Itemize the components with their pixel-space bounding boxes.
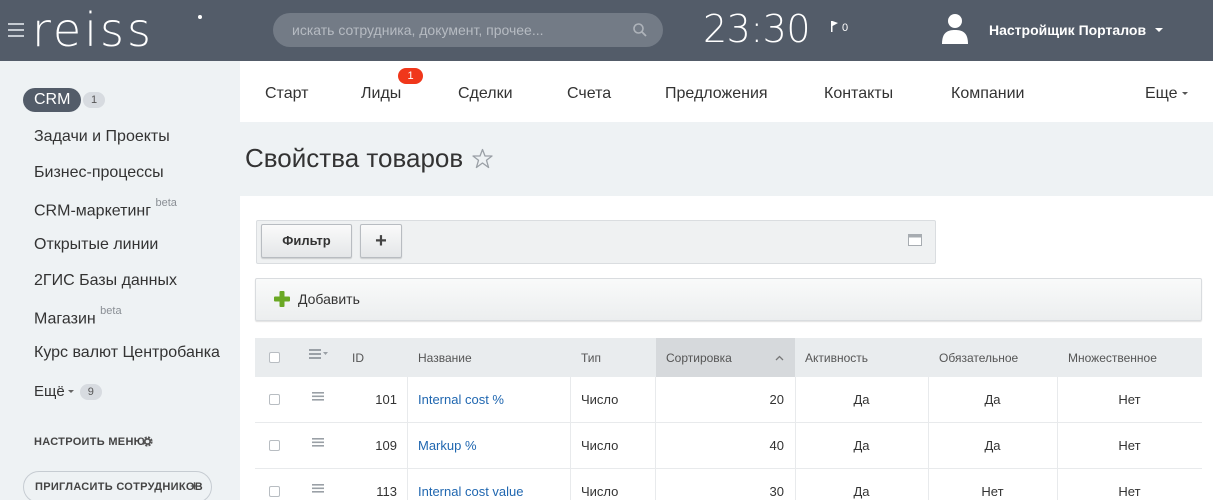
notifications-count: 0 xyxy=(842,22,849,34)
cell-multiple: Нет xyxy=(1118,392,1141,407)
table-row[interactable]: 113 Internal cost value Число 30 Да Нет … xyxy=(255,469,1202,500)
select-all-checkbox[interactable] xyxy=(269,352,280,363)
tab-quotes[interactable]: Предложения xyxy=(665,85,768,103)
plus-icon: + xyxy=(189,478,199,495)
user-name[interactable]: Настройщик Порталов xyxy=(989,22,1146,38)
sidebar-item-shop[interactable]: Магазин beta xyxy=(34,305,122,328)
cell-active: Да xyxy=(853,484,870,499)
notifications[interactable]: 0 xyxy=(831,21,848,34)
cell-type: Число xyxy=(581,484,619,499)
tab-contacts[interactable]: Контакты xyxy=(824,85,893,103)
star-icon[interactable] xyxy=(472,148,493,169)
chevron-down-icon xyxy=(1181,92,1188,95)
page-title: Свойства товаров xyxy=(245,143,464,173)
column-multiple[interactable]: Множественное xyxy=(1068,351,1157,365)
tab-companies[interactable]: Компании xyxy=(951,85,1025,103)
left-sidebar: CRM 1 Задачи и Проекты Бизнес-процессы C… xyxy=(0,61,240,500)
search-input[interactable] xyxy=(273,13,623,47)
tab-start[interactable]: Старт xyxy=(265,85,308,103)
cell-type: Число xyxy=(581,392,619,407)
menu-icon[interactable] xyxy=(8,23,24,37)
sidebar-item-label[interactable]: CRM xyxy=(23,88,82,112)
invite-employees-button[interactable]: ПРИГЛАСИТЬ СОТРУДНИКОВ + xyxy=(23,471,212,500)
column-name[interactable]: Название xyxy=(418,351,472,365)
sidebar-item-bizproc[interactable]: Бизнес-процессы xyxy=(34,164,164,182)
table-header: ID Название Тип Сортировка Активность Об… xyxy=(255,338,1202,377)
add-button[interactable]: Добавить xyxy=(298,291,360,307)
cell-id: 101 xyxy=(375,392,397,407)
sidebar-more[interactable]: Ещё 9 xyxy=(34,383,102,400)
cell-required: Да xyxy=(984,392,1001,407)
cell-required: Да xyxy=(984,438,1001,453)
sidebar-item-tasks[interactable]: Задачи и Проекты xyxy=(34,128,170,146)
table-row[interactable]: 101 Internal cost % Число 20 Да Да Нет xyxy=(255,377,1202,423)
filter-button[interactable]: Фильтр xyxy=(261,224,352,258)
cell-active: Да xyxy=(853,392,870,407)
add-filter-button[interactable]: + xyxy=(360,224,402,258)
leads-counter-badge: 1 xyxy=(398,68,423,84)
user-avatar-icon[interactable] xyxy=(940,12,970,44)
cell-multiple: Нет xyxy=(1118,438,1141,453)
row-menu-icon[interactable] xyxy=(312,438,324,447)
cell-required: Нет xyxy=(981,484,1004,499)
filter-bar xyxy=(256,220,936,264)
column-type[interactable]: Тип xyxy=(581,351,601,365)
row-checkbox[interactable] xyxy=(269,440,280,451)
cell-name-link[interactable]: Internal cost value xyxy=(418,484,524,499)
sidebar-item-crm-marketing[interactable]: CRM-маркетинг beta xyxy=(34,197,177,220)
cell-multiple: Нет xyxy=(1118,484,1141,499)
counter-badge: 9 xyxy=(79,384,102,400)
row-checkbox[interactable] xyxy=(269,486,280,497)
column-required[interactable]: Обязательное xyxy=(939,351,1018,365)
tab-leads[interactable]: Лиды xyxy=(361,85,401,103)
sidebar-item-currency[interactable]: Курс валют Центробанка xyxy=(34,344,220,362)
configure-menu-link[interactable]: НАСТРОИТЬ МЕНЮ xyxy=(34,436,145,448)
cell-sort: 30 xyxy=(769,484,784,499)
chevron-down-icon xyxy=(67,390,74,393)
window-icon[interactable] xyxy=(908,234,922,246)
row-menu-icon[interactable] xyxy=(312,392,324,401)
search-icon[interactable] xyxy=(633,23,647,37)
cell-name-link[interactable]: Markup % xyxy=(418,438,477,453)
cell-id: 109 xyxy=(375,438,397,453)
row-menu-icon[interactable] xyxy=(312,484,324,493)
top-header: reiss 23:30 0 Настройщик Порталов xyxy=(0,0,1213,61)
sort-arrow-icon[interactable] xyxy=(775,355,784,361)
search-box[interactable] xyxy=(273,13,663,47)
column-active[interactable]: Активность xyxy=(805,351,868,365)
sidebar-item-2gis[interactable]: 2ГИС Базы данных xyxy=(34,272,177,290)
table-row[interactable]: 109 Markup % Число 40 Да Да Нет xyxy=(255,423,1202,469)
counter-badge: 1 xyxy=(83,92,106,108)
gear-icon[interactable] xyxy=(141,435,154,448)
crm-top-menu: Старт Лиды 1 Сделки Счета Предложения Ко… xyxy=(240,61,1213,122)
logo-mark xyxy=(198,15,202,19)
column-sort[interactable]: Сортировка xyxy=(666,351,732,365)
chevron-down-icon[interactable] xyxy=(1155,28,1163,32)
action-toolbar xyxy=(255,278,1202,321)
cell-id: 113 xyxy=(376,484,397,499)
logo[interactable]: reiss xyxy=(32,2,154,58)
cell-sort: 40 xyxy=(769,438,784,453)
tab-more[interactable]: Еще xyxy=(1145,85,1188,103)
cell-name-link[interactable]: Internal cost % xyxy=(418,392,504,407)
beta-label: beta xyxy=(100,305,122,317)
beta-label: beta xyxy=(155,197,177,209)
row-checkbox[interactable] xyxy=(269,394,280,405)
sidebar-item-open-lines[interactable]: Открытые линии xyxy=(34,236,158,254)
cell-sort: 20 xyxy=(769,392,784,407)
cell-type: Число xyxy=(581,438,619,453)
plus-icon[interactable] xyxy=(274,291,290,307)
cell-active: Да xyxy=(853,438,870,453)
column-id[interactable]: ID xyxy=(352,351,364,365)
tab-deals[interactable]: Сделки xyxy=(458,85,513,103)
column-settings-icon[interactable] xyxy=(309,349,329,359)
tab-invoices[interactable]: Счета xyxy=(567,85,611,103)
flag-icon xyxy=(831,21,838,32)
clock[interactable]: 23:30 xyxy=(703,6,811,52)
